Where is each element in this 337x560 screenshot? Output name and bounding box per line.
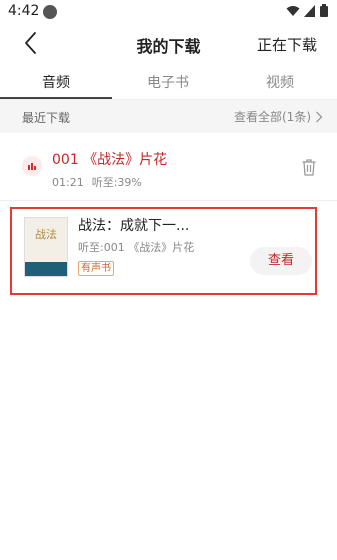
status-icons — [286, 4, 328, 17]
downloading-link[interactable]: 正在下载 — [257, 34, 317, 55]
book-progress: 听至:001 《战法》片花 — [78, 241, 195, 254]
view-button[interactable]: 查看 — [250, 247, 312, 275]
view-all-label: 查看全部(1条) — [234, 110, 311, 124]
status-time: 4:42 — [8, 3, 40, 19]
status-bar: 4:42 — [0, 0, 337, 24]
signal-icon — [304, 4, 315, 17]
view-all-link[interactable]: 查看全部(1条) — [234, 108, 323, 125]
episode-title: 001 《战法》片花 — [52, 152, 168, 168]
tab-ebook[interactable]: 电子书 — [112, 72, 224, 92]
episode-progress: 听至:39% — [91, 176, 142, 189]
tab-audio[interactable]: 音频 — [0, 72, 112, 92]
app-notification-icon — [43, 5, 57, 19]
audiobook-card[interactable]: 战法 战法：成就下一... 听至:001 《战法》片花 有声书 查看 — [10, 207, 317, 295]
cover-band — [25, 262, 67, 276]
chevron-right-icon — [316, 111, 323, 122]
audio-bars-icon — [22, 156, 42, 176]
trash-icon[interactable] — [301, 158, 317, 176]
episode-duration: 01:21 — [52, 176, 84, 189]
book-cover: 战法 — [24, 217, 68, 277]
downloaded-episode-row[interactable]: 001 《战法》片花 01:21 听至:39% — [0, 134, 337, 200]
cover-title: 战法 — [35, 228, 57, 241]
recent-downloads-bar: 最近下载 查看全部(1条) — [0, 100, 337, 133]
battery-icon — [320, 4, 328, 17]
book-title: 战法：成就下一... — [78, 218, 190, 234]
wifi-icon — [286, 5, 300, 16]
tab-video[interactable]: 视频 — [224, 72, 336, 92]
episode-meta: 01:21 听至:39% — [52, 174, 142, 190]
row-divider — [0, 200, 337, 201]
section-title: 最近下载 — [22, 111, 71, 125]
audiobook-tag: 有声书 — [78, 261, 114, 276]
